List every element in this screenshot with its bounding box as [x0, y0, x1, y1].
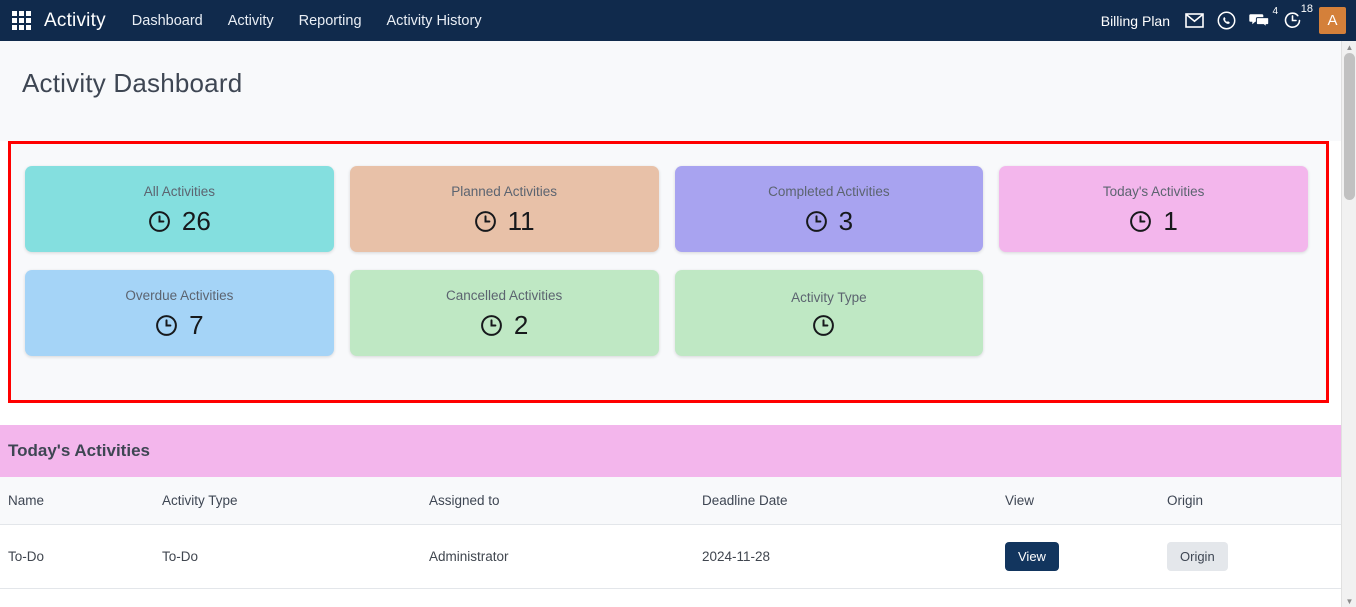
page-title-region: Activity Dashboard: [0, 41, 1341, 141]
top-navigation-bar: Activity Dashboard Activity Reporting Ac…: [0, 0, 1356, 41]
page-content: Activity Dashboard All Activities 26 Pla…: [0, 41, 1341, 589]
todays-activities-title: Today's Activities: [8, 441, 150, 460]
kpi-grid-empty-slot: [999, 270, 1308, 356]
kpi-label: Activity Type: [791, 289, 867, 305]
vertical-scrollbar[interactable]: ▲ ▼: [1341, 41, 1356, 607]
clock-icon: [805, 210, 828, 233]
nav-right-cluster: Billing Plan 4 18 A: [1101, 0, 1346, 41]
kpi-value-wrap: 11: [474, 208, 535, 234]
main-nav-links: Dashboard Activity Reporting Activity Hi…: [132, 13, 482, 29]
kpi-label: Today's Activities: [1102, 184, 1205, 199]
activity-timer-icon[interactable]: 18: [1283, 4, 1313, 30]
column-header-deadline-date[interactable]: Deadline Date: [702, 477, 1005, 525]
column-header-origin[interactable]: Origin: [1167, 477, 1341, 525]
kpi-card-todays-activities[interactable]: Today's Activities 1: [999, 166, 1308, 252]
kpi-value-wrap: 7: [155, 310, 204, 340]
cell-name: To-Do: [0, 524, 162, 589]
view-button[interactable]: View: [1005, 542, 1059, 571]
kpi-card-completed-activities[interactable]: Completed Activities 3: [674, 166, 984, 252]
column-header-activity-type[interactable]: Activity Type: [162, 477, 429, 525]
kpi-label: Planned Activities: [451, 184, 558, 199]
clock-icon: [812, 314, 835, 337]
cell-assigned-to: Administrator: [429, 524, 702, 589]
table-header-row: Name Activity Type Assigned to Deadline …: [0, 477, 1341, 525]
kpi-card-overdue-activities[interactable]: Overdue Activities 7: [25, 270, 334, 356]
column-header-view[interactable]: View: [1005, 477, 1167, 525]
kpi-highlight-region: All Activities 26 Planned Activities 11 …: [8, 141, 1329, 403]
kpi-value-wrap: 3: [805, 208, 853, 234]
kpi-value-wrap: [812, 314, 846, 337]
kpi-value: 1: [1163, 206, 1178, 236]
mail-icon[interactable]: [1185, 13, 1204, 28]
brand-title[interactable]: Activity: [44, 10, 106, 32]
nav-item-reporting[interactable]: Reporting: [299, 13, 362, 29]
kpi-value-wrap: 1: [1129, 206, 1178, 236]
column-header-assigned-to[interactable]: Assigned to: [429, 477, 702, 525]
page-title: Activity Dashboard: [0, 41, 1341, 99]
apps-grid-icon[interactable]: [10, 10, 32, 32]
clock-icon: [474, 210, 497, 233]
todays-activities-header-band: Today's Activities: [0, 425, 1341, 477]
scrollbar-thumb[interactable]: [1344, 53, 1355, 200]
kpi-value: 7: [189, 310, 204, 340]
kpi-card-grid: All Activities 26 Planned Activities 11 …: [25, 166, 1308, 356]
clock-icon: [480, 314, 503, 337]
cell-deadline-date: 2024-11-28: [702, 524, 1005, 589]
kpi-label: Completed Activities: [768, 184, 890, 199]
avatar[interactable]: A: [1319, 7, 1346, 34]
kpi-value-wrap: 2: [480, 312, 528, 338]
nav-item-activity[interactable]: Activity: [228, 13, 274, 29]
table-header: Name Activity Type Assigned to Deadline …: [0, 477, 1341, 525]
origin-button[interactable]: Origin: [1167, 542, 1228, 571]
clock-icon: [155, 314, 178, 337]
chat-badge-count: 4: [1272, 6, 1278, 17]
nav-item-dashboard[interactable]: Dashboard: [132, 13, 203, 29]
kpi-card-planned-activities[interactable]: Planned Activities 11: [349, 166, 659, 252]
kpi-label: Cancelled Activities: [445, 288, 563, 303]
column-header-name[interactable]: Name: [0, 477, 162, 525]
kpi-value: 26: [181, 206, 211, 236]
activity-timer-badge-count: 18: [1300, 3, 1313, 15]
kpi-card-all-activities[interactable]: All Activities 26: [25, 166, 334, 252]
cell-origin: Origin: [1167, 524, 1341, 589]
kpi-value: 2: [513, 310, 529, 340]
kpi-value: 3: [838, 206, 854, 236]
cell-activity-type: To-Do: [162, 524, 429, 589]
kpi-value-wrap: 26: [148, 208, 211, 234]
kpi-card-activity-type[interactable]: Activity Type: [674, 270, 984, 356]
nav-item-activity-history[interactable]: Activity History: [387, 13, 482, 29]
kpi-value: 11: [507, 206, 535, 236]
clock-icon: [148, 210, 171, 233]
kpi-label: All Activities: [143, 184, 216, 199]
scroll-up-arrow-icon[interactable]: ▲: [1342, 41, 1356, 53]
kpi-label: Overdue Activities: [125, 288, 234, 303]
billing-plan-link[interactable]: Billing Plan: [1101, 13, 1170, 29]
kpi-card-cancelled-activities[interactable]: Cancelled Activities 2: [349, 270, 659, 356]
table-row[interactable]: To-Do To-Do Administrator 2024-11-28 Vie…: [0, 524, 1341, 589]
clock-icon: [1129, 210, 1152, 233]
cell-view: View: [1005, 524, 1167, 589]
whatsapp-icon[interactable]: [1217, 11, 1236, 30]
scroll-down-arrow-icon[interactable]: ▼: [1342, 595, 1356, 607]
todays-activities-table: Name Activity Type Assigned to Deadline …: [0, 477, 1341, 589]
chat-icon[interactable]: 4: [1249, 7, 1278, 29]
table-body: To-Do To-Do Administrator 2024-11-28 Vie…: [0, 524, 1341, 589]
